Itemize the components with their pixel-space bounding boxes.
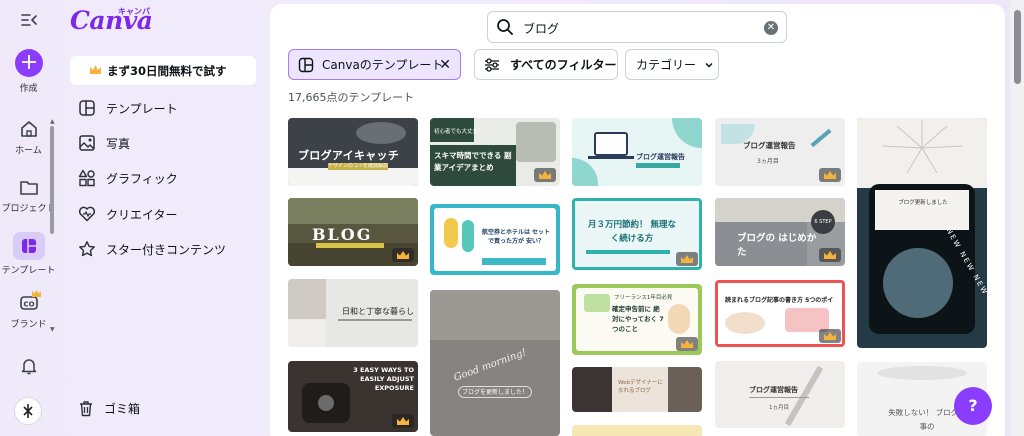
home-icon (20, 121, 37, 137)
template-card[interactable]: ブログ運営報告 (572, 118, 702, 186)
clear-search-icon[interactable]: ✕ (764, 21, 778, 35)
photo-icon (79, 135, 95, 151)
panel-item-starred[interactable]: スター付きコンテンツ (78, 238, 226, 260)
scroll-down-icon[interactable]: ▼ (50, 326, 55, 333)
template-card[interactable]: ブログ運営報告 3ヵ月目 (715, 118, 845, 186)
search-query: ブログ (523, 22, 560, 36)
template-card[interactable]: ブログ更新しました NEW NEW NEW (857, 118, 987, 348)
left-rail: + 作成 ホーム プロジェクト テンプレート CO ブランド ▲ ▼ (0, 0, 57, 436)
create-label: 作成 (19, 84, 38, 94)
rail-item-label: プロジェクト (1, 204, 56, 214)
remove-filter-icon[interactable]: ✕ (439, 57, 451, 73)
scroll-up-icon[interactable]: ▲ (50, 118, 55, 125)
template-icon (12, 232, 45, 260)
template-card[interactable]: 日和と丁寧な暮らし (288, 279, 418, 347)
template-card[interactable]: 6 STEP ブログの はじめかた (715, 198, 845, 266)
template-card[interactable]: Webデザイナーになれるブログ (572, 367, 702, 412)
rail-item-label: ホーム (15, 146, 42, 156)
template-card[interactable]: 読まれるブログ記事の書き方 5つのポイント (715, 280, 845, 347)
category-dropdown[interactable]: カテゴリー (625, 49, 719, 80)
help-button[interactable]: ? (954, 387, 992, 425)
trash-icon (80, 401, 92, 417)
all-filters-button[interactable]: すべてのフィルター (474, 49, 618, 80)
premium-crown-icon (32, 290, 41, 297)
search-icon (497, 19, 513, 35)
template-card[interactable]: 3 EASY WAYS TO EASILY ADJUST EXPOSURE (288, 361, 418, 432)
rail-item-label: ブランド (10, 320, 47, 330)
chevron-down-icon (705, 62, 713, 68)
folder-icon (19, 181, 38, 195)
trash-button[interactable]: ゴミ箱 (78, 400, 140, 417)
template-card[interactable]: 航空券とホテルは セットで買った方が 安い？ (430, 204, 560, 275)
star-icon (79, 241, 95, 257)
results-count: 17,665点のテンプレート (288, 91, 415, 104)
crown-icon (90, 65, 101, 74)
template-card-partial[interactable] (572, 425, 702, 436)
canva-logo[interactable]: Canva キャンバ (70, 6, 153, 35)
template-card[interactable]: フリーランス1年目必見 確定申告前に 絶対にやっておく 7つのこと (572, 284, 702, 355)
template-card[interactable]: ブログ運営報告 1ヵ月目 (715, 361, 845, 428)
create-button[interactable]: + (15, 49, 43, 77)
heart-icon (78, 206, 96, 222)
template-card[interactable]: ブログアイキャッチ デザインのコツを徹底解説 (288, 118, 418, 186)
bell-icon[interactable] (19, 356, 39, 380)
canva-templates-filter-chip[interactable]: Canvaのテンプレート ✕ (288, 49, 461, 80)
template-icon (298, 57, 314, 72)
panel-item-templates[interactable]: テンプレート (78, 97, 178, 119)
template-card[interactable]: Good morning! ブログを更新しました！ (430, 290, 560, 436)
svg-text:CO: CO (23, 301, 34, 309)
panel-item-graphics[interactable]: グラフィック (78, 167, 178, 189)
template-card[interactable]: 月３万円節約！ 無理なく続ける方 (572, 198, 702, 270)
rail-scrollbar[interactable] (49, 118, 55, 332)
rail-item-label: テンプレート (1, 266, 56, 276)
avatar[interactable] (14, 397, 42, 425)
collapse-menu-icon[interactable] (19, 10, 39, 30)
filter-sliders-icon (485, 57, 499, 72)
free-trial-button[interactable]: まず30日間無料で試す (70, 56, 256, 85)
panel-item-creators[interactable]: クリエイター (78, 203, 178, 225)
template-card[interactable]: BLOG (288, 198, 418, 266)
template-card[interactable]: 初心者でも大丈夫！ スキマ時間でできる 副業アイデアまとめ (430, 118, 560, 186)
search-input[interactable]: ブログ ✕ (487, 11, 787, 43)
panel-item-photos[interactable]: 写真 (78, 132, 130, 154)
template-icon (79, 100, 95, 116)
page-scrollbar[interactable] (1010, 0, 1024, 436)
shapes-icon (78, 169, 95, 187)
